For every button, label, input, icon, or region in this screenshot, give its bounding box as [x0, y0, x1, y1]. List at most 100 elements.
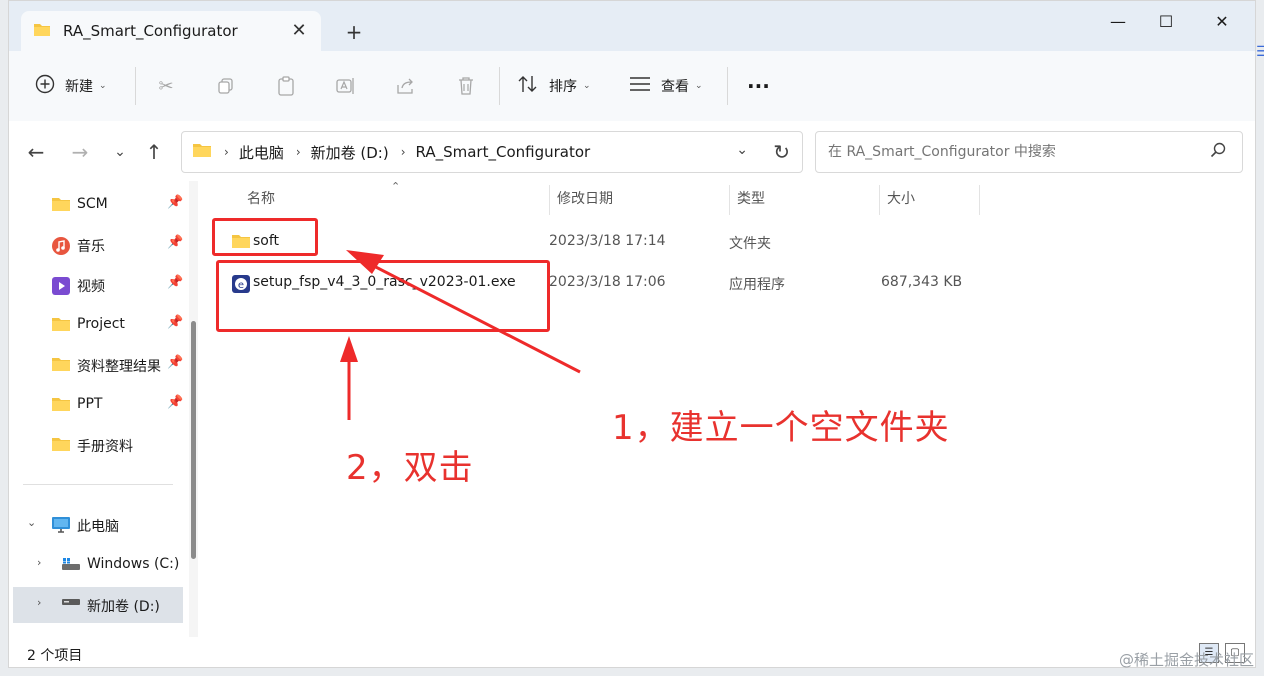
file-type: 应用程序 [729, 277, 785, 293]
file-modified: 2023/3/18 17:06 [549, 274, 666, 290]
paste-icon[interactable] [273, 73, 299, 99]
tab-close-icon[interactable]: ✕ [289, 21, 309, 41]
sort-icon [517, 74, 539, 98]
copy-icon[interactable] [213, 73, 239, 99]
chevron-down-icon[interactable]: ⌄ [27, 516, 36, 529]
column-divider[interactable] [729, 185, 730, 215]
cut-icon[interactable]: ✂ [153, 73, 179, 99]
chevron-right-icon: › [224, 145, 229, 159]
column-divider[interactable] [549, 185, 550, 215]
chevron-right-icon[interactable]: › [37, 596, 41, 609]
toolbar-divider [727, 67, 728, 105]
more-options-button[interactable]: ··· [747, 71, 770, 101]
sort-button[interactable]: 排序 ⌄ [517, 71, 591, 101]
up-arrow-icon[interactable]: ↑ [141, 139, 167, 165]
item-count: 2 个项目 [27, 648, 83, 664]
new-button[interactable]: 新建 ⌄ [35, 71, 107, 101]
sidebar-divider [23, 484, 173, 485]
sidebar-item-ppt[interactable]: PPT 📌 [9, 387, 187, 423]
address-dropdown-icon[interactable]: ⌄ [736, 142, 748, 158]
chevron-down-icon: ⌄ [99, 81, 107, 91]
column-header-size[interactable]: 大小 [887, 181, 915, 215]
command-toolbar: 新建 ⌄ ✂ 排序 ⌄ 查看 ⌄ ··· [9, 51, 1255, 122]
share-icon[interactable] [393, 73, 419, 99]
column-divider[interactable] [979, 185, 980, 215]
pin-icon[interactable]: 📌 [167, 355, 183, 370]
sidebar-item-label: 音乐 [77, 239, 105, 255]
chevron-right-icon[interactable]: › [401, 145, 406, 159]
file-type: 文件夹 [729, 236, 771, 252]
rename-icon[interactable] [333, 73, 359, 99]
status-bar: 2 个项目 ☰ ▢ [9, 637, 1255, 667]
maximize-button[interactable]: ☐ [1143, 7, 1189, 35]
chevron-down-icon: ⌄ [583, 81, 591, 91]
sidebar-item-label: 资料整理结果 [77, 359, 161, 375]
search-box[interactable] [815, 131, 1243, 173]
close-button[interactable]: ✕ [1199, 7, 1245, 35]
sidebar-item-project[interactable]: Project 📌 [9, 307, 187, 343]
plus-circle-icon [35, 74, 55, 98]
drive-icon [61, 596, 81, 612]
sidebar-item-label: SCM [77, 196, 108, 212]
pin-icon[interactable]: 📌 [167, 235, 183, 250]
view-list-icon [629, 75, 651, 97]
annotation-box-soft [212, 218, 318, 256]
column-divider[interactable] [879, 185, 880, 215]
sidebar-item-label: 手册资料 [77, 439, 133, 455]
music-icon [51, 236, 71, 260]
folder-icon [51, 396, 71, 416]
recent-locations-chevron-icon[interactable]: ⌄ [107, 139, 133, 165]
search-input[interactable] [826, 143, 1190, 161]
sidebar-item-label: 此电脑 [77, 519, 119, 535]
chevron-right-icon[interactable]: › [296, 145, 301, 159]
refresh-icon[interactable]: ↻ [773, 140, 790, 164]
annotation-step2: 2，双击 [346, 448, 474, 488]
delete-icon[interactable] [453, 73, 479, 99]
sidebar-item-scm[interactable]: SCM 📌 [9, 187, 187, 223]
folder-icon [51, 356, 71, 376]
pin-icon[interactable]: 📌 [167, 275, 183, 290]
column-header-name[interactable]: 名称 [247, 181, 275, 215]
tab-title: RA_Smart_Configurator [63, 22, 238, 40]
column-header-modified[interactable]: 修改日期 [557, 181, 613, 215]
chevron-right-icon[interactable]: › [37, 556, 41, 569]
search-icon[interactable] [1210, 142, 1226, 162]
sidebar-item-label: 视频 [77, 279, 105, 295]
sidebar-item-video[interactable]: 视频 📌 [9, 267, 187, 303]
sidebar-item-label: Windows (C:) [87, 556, 180, 572]
sidebar-item-label: 新加卷 (D:) [87, 599, 160, 615]
sidebar-item-drive-c[interactable]: › Windows (C:) [9, 547, 187, 583]
navigation-pane: SCM 📌 音乐 📌 视频 📌 Project 📌 资料整理结果 📌 PPT 📌 [9, 181, 205, 637]
sidebar-item-manuals[interactable]: 手册资料 [9, 427, 187, 463]
sidebar-item-materials[interactable]: 资料整理结果 📌 [9, 347, 187, 383]
sidebar-item-music[interactable]: 音乐 📌 [9, 227, 187, 263]
folder-icon [51, 196, 71, 216]
sidebar-item-this-pc[interactable]: ⌄ 此电脑 [9, 507, 187, 543]
tab-ra-smart-configurator[interactable]: RA_Smart_Configurator ✕ [21, 11, 321, 51]
folder-icon [51, 316, 71, 336]
breadcrumb-drive-d[interactable]: 新加卷 (D:) [311, 142, 389, 163]
file-row-soft[interactable]: soft 2023/3/18 17:14 文件夹 [221, 223, 1221, 261]
toolbar-divider [135, 67, 136, 105]
breadcrumb-this-pc[interactable]: 此电脑 [239, 142, 284, 163]
title-bar: RA_Smart_Configurator ✕ + — ☐ ✕ [9, 1, 1255, 51]
back-arrow-icon[interactable]: ← [23, 139, 49, 165]
column-header-type[interactable]: 类型 [737, 181, 765, 215]
annotation-step1: 1，建立一个空文件夹 [612, 408, 950, 448]
file-size: 687,343 KB [881, 274, 963, 290]
pin-icon[interactable]: 📌 [167, 195, 183, 210]
forward-arrow-icon[interactable]: → [67, 139, 93, 165]
minimize-button[interactable]: — [1095, 7, 1141, 35]
chevron-down-icon: ⌄ [695, 81, 703, 91]
sort-ascending-icon: ⌃ [391, 180, 401, 193]
view-button[interactable]: 查看 ⌄ [629, 71, 703, 101]
address-bar[interactable]: › 此电脑 › 新加卷 (D:) › RA_Smart_Configurator… [181, 131, 803, 173]
pin-icon[interactable]: 📌 [167, 395, 183, 410]
sidebar-scrollbar-thumb[interactable] [191, 321, 196, 559]
pin-icon[interactable]: 📌 [167, 315, 183, 330]
sidebar-item-drive-d[interactable]: › 新加卷 (D:) [13, 587, 183, 623]
new-button-label: 新建 [65, 79, 93, 95]
breadcrumb-current-folder[interactable]: RA_Smart_Configurator [416, 143, 591, 161]
video-icon [51, 276, 71, 300]
new-tab-button[interactable]: + [343, 21, 365, 43]
